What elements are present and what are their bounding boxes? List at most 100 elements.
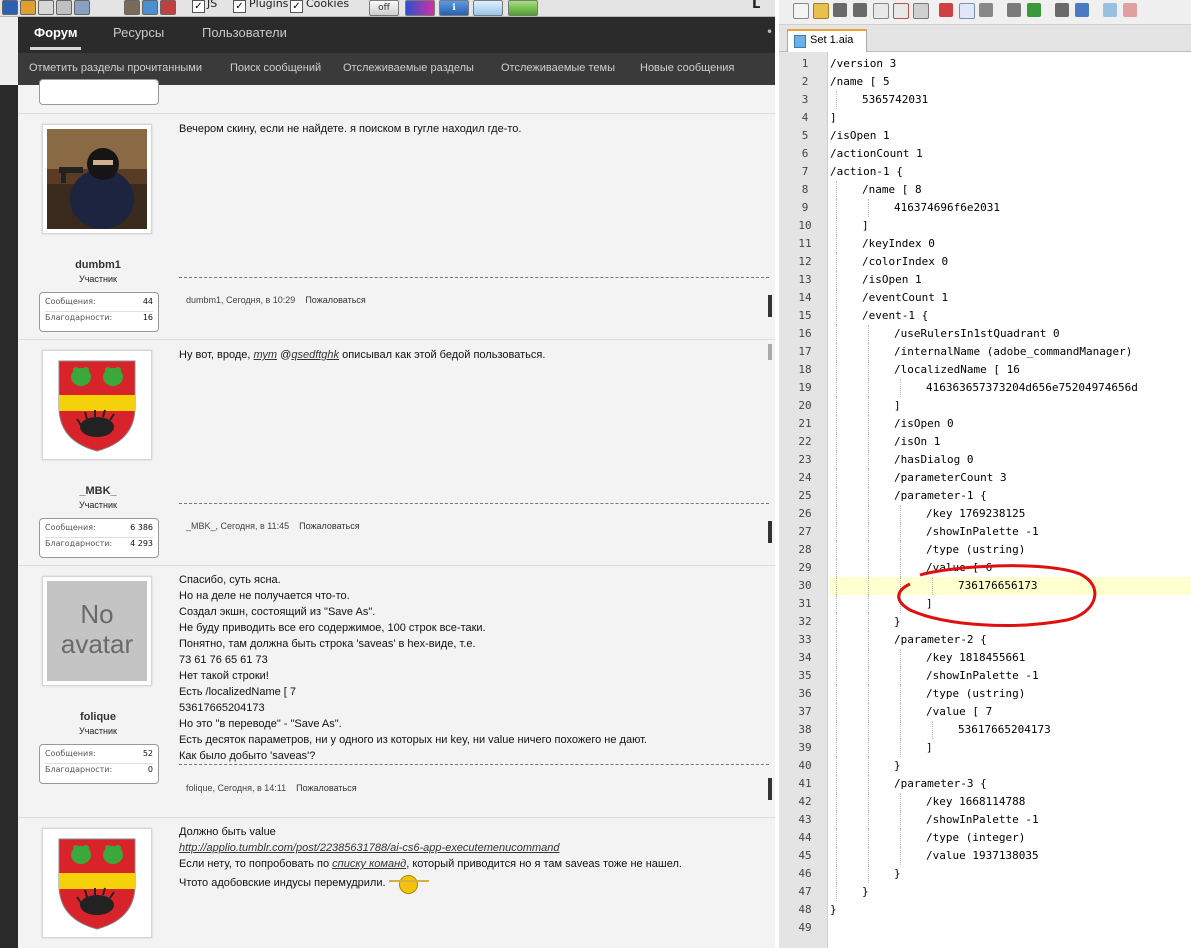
copy-icon[interactable] [959,3,975,19]
redo-icon[interactable] [1027,3,1041,17]
report-link[interactable]: Пожаловаться [305,295,365,305]
code-line[interactable]: /colorIndex 0 [830,253,1191,271]
code-line[interactable]: } [830,757,1191,775]
forms-icon[interactable] [56,0,72,15]
code-line[interactable]: /isOpen 1 [830,271,1191,289]
code-line[interactable]: 416363657373204d656e75204974656d [830,379,1191,397]
zoom-out-icon[interactable] [1123,3,1137,17]
tumblr-post-link[interactable]: http://applio.tumblr.com/post/2238563178… [179,842,560,854]
post-author-date[interactable]: folique, Сегодня, в 14:11 [186,783,286,793]
code-line[interactable]: /type (integer) [830,829,1191,847]
file-tab[interactable]: Set 1.aia [787,29,867,52]
save-icon[interactable] [833,3,847,17]
code-line[interactable]: } [830,865,1191,883]
tab-users[interactable]: Пользователи [202,25,287,40]
code-line[interactable]: /hasDialog 0 [830,451,1191,469]
open-file-icon[interactable] [813,3,829,19]
code-line[interactable]: ] [830,217,1191,235]
mark-forums-read-link[interactable]: Отметить разделы прочитанными [29,62,202,74]
code-line[interactable]: /localizedName [ 16 [830,361,1191,379]
close-icon[interactable] [873,3,889,19]
code-line[interactable]: /keyIndex 0 [830,235,1191,253]
code-line[interactable]: /value 1937138035 [830,847,1191,865]
code-line[interactable]: 736176656173 [830,577,1191,595]
zoom-in-icon[interactable] [1103,3,1117,17]
code-line[interactable]: /key 1668114788 [830,793,1191,811]
images-icon[interactable] [74,0,90,15]
code-line[interactable]: /parameter-2 { [830,631,1191,649]
code-line[interactable]: /value [ 7 [830,703,1191,721]
code-line[interactable]: 53617665204173 [830,721,1191,739]
print-icon[interactable] [913,3,929,19]
disable-icon[interactable] [2,0,18,15]
code-line[interactable]: /name [ 5 [830,73,1191,91]
code-line[interactable]: /version 3 [830,55,1191,73]
code-line[interactable]: /value [ 6 [830,559,1191,577]
avatar[interactable] [42,350,152,460]
save-all-icon[interactable] [853,3,867,17]
plugins-checkbox[interactable]: ✓ [233,0,246,13]
css-icon[interactable] [38,0,54,15]
tab-forum[interactable]: Форум [29,25,83,50]
js-checkbox[interactable]: ✓ [192,0,205,13]
search-messages-link[interactable]: Поиск сообщений [230,62,321,74]
code-line[interactable]: /eventCount 1 [830,289,1191,307]
code-line[interactable]: } [830,883,1191,901]
post-author-date[interactable]: _MBK_, Сегодня, в 11:45 [186,521,289,531]
info-icon[interactable]: ℹ [439,0,469,16]
code-line[interactable]: 416374696f6e2031 [830,199,1191,217]
command-list-link[interactable]: списку команд [332,858,406,870]
close-all-icon[interactable] [893,3,909,19]
cookies-checkbox[interactable]: ✓ [290,0,303,13]
code-line[interactable]: 5365742031 [830,91,1191,109]
settings-icon[interactable]: • [766,25,773,39]
download-icon[interactable] [508,0,538,16]
code-line[interactable]: /isOn 1 [830,433,1191,451]
color-picker-icon[interactable] [405,0,435,16]
replace-icon[interactable] [1075,3,1089,17]
information-icon[interactable] [124,0,140,15]
code-line[interactable]: ] [830,109,1191,127]
avatar[interactable] [42,124,152,234]
paste-icon[interactable] [979,3,993,17]
code-line[interactable]: /isOpen 0 [830,415,1191,433]
find-icon[interactable] [1055,3,1069,17]
code-line[interactable]: } [830,613,1191,631]
code-line[interactable]: /actionCount 1 [830,145,1191,163]
code-area[interactable]: /version 3/name [ 5 5365742031] /isOpen 1 /… [830,55,1191,945]
code-line[interactable]: ] [830,595,1191,613]
code-line[interactable]: /showInPalette -1 [830,667,1191,685]
watched-forums-link[interactable]: Отслеживаемые разделы [343,62,474,74]
outline-icon[interactable] [160,0,176,15]
code-line[interactable]: ] [830,397,1191,415]
here-link[interactable]: тут [254,349,278,361]
post-author-name[interactable]: folique [18,711,178,723]
tab-resources[interactable]: Ресурсы [113,25,164,40]
code-line[interactable]: /event-1 { [830,307,1191,325]
code-line[interactable]: /type (ustring) [830,541,1191,559]
avatar[interactable]: No avatar [42,576,152,686]
code-line[interactable]: /internalName (adobe_commandManager) [830,343,1191,361]
code-line[interactable]: /showInPalette -1 [830,523,1191,541]
off-button[interactable]: off [369,0,399,16]
report-link[interactable]: Пожаловаться [299,521,359,531]
code-line[interactable]: /action-1 { [830,163,1191,181]
cut-icon[interactable] [939,3,953,17]
user-mention-link[interactable]: qsedftghk [291,349,339,361]
link-icon[interactable]: L [752,0,760,12]
code-line[interactable] [830,919,1191,937]
post-author-name[interactable]: _MBK_ [18,485,178,497]
post-author-name[interactable]: dumbm1 [18,259,178,271]
post-author-date[interactable]: dumbm1, Сегодня, в 10:29 [186,295,295,305]
code-line[interactable]: /showInPalette -1 [830,811,1191,829]
code-line[interactable]: /key 1769238125 [830,505,1191,523]
code-line[interactable]: /isOpen 1 [830,127,1191,145]
code-line[interactable]: /name [ 8 [830,181,1191,199]
code-line[interactable]: } [830,901,1191,919]
code-line[interactable]: ] [830,739,1191,757]
new-messages-link[interactable]: Новые сообщения [640,62,734,74]
code-line[interactable]: /parameter-1 { [830,487,1191,505]
report-link[interactable]: Пожаловаться [296,783,356,793]
layout-icon[interactable] [473,0,503,16]
code-line[interactable]: /key 1818455661 [830,649,1191,667]
